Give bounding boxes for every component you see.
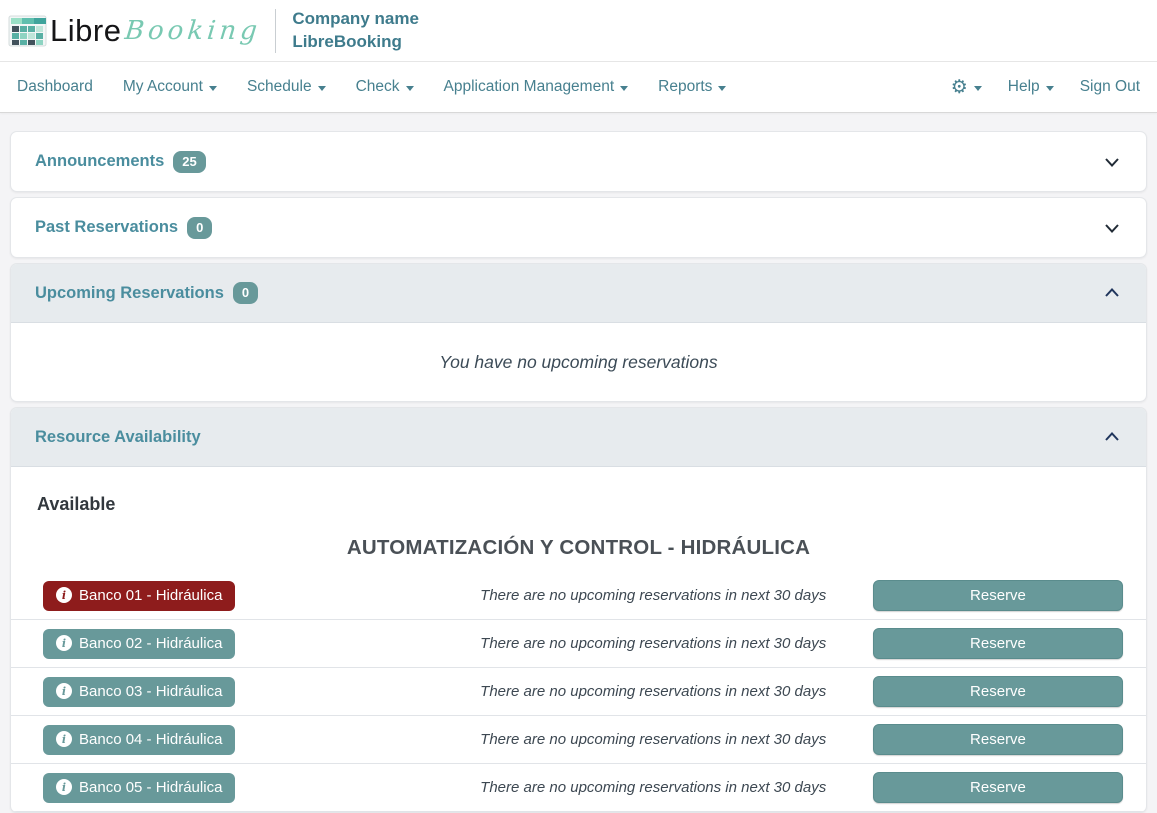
company-name-block: Company name LibreBooking [292, 8, 419, 53]
upcoming-reservations-panel-header[interactable]: Upcoming Reservations 0 [11, 264, 1146, 323]
nav-right-group: ⚙ Help Sign Out [951, 78, 1140, 97]
resource-row: i Banco 01 - Hidráulica There are no upc… [11, 572, 1146, 620]
app-logo: Libre Booking [8, 13, 261, 49]
chevron-down-icon [974, 86, 982, 91]
nav-item-label: Reports [658, 78, 712, 96]
nav-left-group: Dashboard My Account Schedule Check Appl… [17, 78, 726, 96]
chevron-down-icon [406, 86, 414, 91]
nav-item-help[interactable]: Help [1008, 78, 1054, 96]
company-name-line2: LibreBooking [292, 31, 419, 53]
nav-item-dashboard[interactable]: Dashboard [17, 78, 93, 96]
nav-item-application-management[interactable]: Application Management [444, 78, 629, 96]
resource-label: Banco 03 - Hidráulica [79, 683, 222, 700]
resource-group-title: AUTOMATIZACIÓN Y CONTROL - HIDRÁULICA [11, 536, 1146, 560]
sign-out-link[interactable]: Sign Out [1080, 78, 1140, 96]
logo-text-booking: Booking [124, 16, 263, 46]
reserve-button[interactable]: Reserve [873, 724, 1123, 755]
chevron-up-icon [1100, 281, 1124, 305]
nav-item-schedule[interactable]: Schedule [247, 78, 326, 96]
resource-label: Banco 04 - Hidráulica [79, 731, 222, 748]
reserve-button[interactable]: Reserve [873, 772, 1123, 803]
info-icon: i [56, 683, 72, 699]
available-section-heading: Available [37, 494, 1146, 515]
calendar-logo-icon [8, 13, 48, 49]
upcoming-reservations-panel: Upcoming Reservations 0 You have no upco… [10, 263, 1147, 402]
announcements-panel-header[interactable]: Announcements 25 [11, 132, 1146, 191]
resource-availability-body: Available AUTOMATIZACIÓN Y CONTROL - HID… [11, 494, 1146, 812]
resource-status-text: There are no upcoming reservations in ne… [453, 587, 853, 604]
past-reservations-panel-header[interactable]: Past Reservations 0 [11, 198, 1146, 257]
upcoming-reservations-count-badge: 0 [233, 282, 258, 304]
panel-title: Resource Availability [35, 428, 201, 447]
resource-label: Banco 01 - Hidráulica [79, 587, 222, 604]
resource-button[interactable]: i Banco 04 - Hidráulica [43, 725, 235, 755]
panel-title: Announcements [35, 152, 164, 171]
chevron-down-icon [1100, 216, 1124, 240]
chevron-down-icon [620, 86, 628, 91]
reserve-button[interactable]: Reserve [873, 628, 1123, 659]
resource-button[interactable]: i Banco 02 - Hidráulica [43, 629, 235, 659]
info-icon: i [56, 587, 72, 603]
resource-row: i Banco 02 - Hidráulica There are no upc… [11, 620, 1146, 668]
chevron-down-icon [1046, 86, 1054, 91]
nav-item-label: Help [1008, 78, 1040, 96]
resource-status-text: There are no upcoming reservations in ne… [453, 779, 853, 796]
settings-menu-button[interactable]: ⚙ [951, 78, 982, 97]
panel-title: Upcoming Reservations [35, 284, 224, 303]
announcements-count-badge: 25 [173, 151, 205, 173]
dashboard-main: Announcements 25 Past Reservations 0 Upc… [0, 113, 1157, 813]
nav-item-label: Application Management [444, 78, 615, 96]
resource-label: Banco 02 - Hidráulica [79, 635, 222, 652]
upcoming-empty-message: You have no upcoming reservations [11, 323, 1146, 401]
resource-row: i Banco 03 - Hidráulica There are no upc… [11, 668, 1146, 716]
nav-item-my-account[interactable]: My Account [123, 78, 217, 96]
company-name-line1: Company name [292, 8, 419, 30]
resource-availability-panel: Resource Availability Available AUTOMATI… [10, 407, 1147, 813]
resource-status-text: There are no upcoming reservations in ne… [453, 635, 853, 652]
nav-item-label: Schedule [247, 78, 312, 96]
header-divider [275, 9, 276, 53]
resource-availability-panel-header[interactable]: Resource Availability [11, 408, 1146, 467]
chevron-up-icon [1100, 425, 1124, 449]
resource-button[interactable]: i Banco 03 - Hidráulica [43, 677, 235, 707]
resource-button[interactable]: i Banco 01 - Hidráulica [43, 581, 235, 611]
resource-status-text: There are no upcoming reservations in ne… [453, 731, 853, 748]
nav-item-label: Dashboard [17, 78, 93, 96]
chevron-down-icon [318, 86, 326, 91]
main-navbar: Dashboard My Account Schedule Check Appl… [0, 62, 1157, 113]
resource-row: i Banco 04 - Hidráulica There are no upc… [11, 716, 1146, 764]
info-icon: i [56, 779, 72, 795]
reserve-button[interactable]: Reserve [873, 580, 1123, 611]
nav-item-check[interactable]: Check [356, 78, 414, 96]
past-reservations-count-badge: 0 [187, 217, 212, 239]
reserve-button[interactable]: Reserve [873, 676, 1123, 707]
past-reservations-panel: Past Reservations 0 [10, 197, 1147, 258]
nav-item-label: My Account [123, 78, 203, 96]
info-icon: i [56, 731, 72, 747]
nav-item-reports[interactable]: Reports [658, 78, 726, 96]
info-icon: i [56, 635, 72, 651]
logo-text-libre: Libre [50, 13, 121, 49]
chevron-down-icon [1100, 150, 1124, 174]
announcements-panel: Announcements 25 [10, 131, 1147, 192]
resource-label: Banco 05 - Hidráulica [79, 779, 222, 796]
chevron-down-icon [718, 86, 726, 91]
resource-status-text: There are no upcoming reservations in ne… [453, 683, 853, 700]
nav-item-label: Check [356, 78, 400, 96]
resource-button[interactable]: i Banco 05 - Hidráulica [43, 773, 235, 803]
app-header: Libre Booking Company name LibreBooking [0, 0, 1157, 62]
resource-row: i Banco 05 - Hidráulica There are no upc… [11, 764, 1146, 812]
chevron-down-icon [209, 86, 217, 91]
nav-item-label: Sign Out [1080, 78, 1140, 96]
panel-title: Past Reservations [35, 218, 178, 237]
gear-icon: ⚙ [951, 78, 968, 97]
